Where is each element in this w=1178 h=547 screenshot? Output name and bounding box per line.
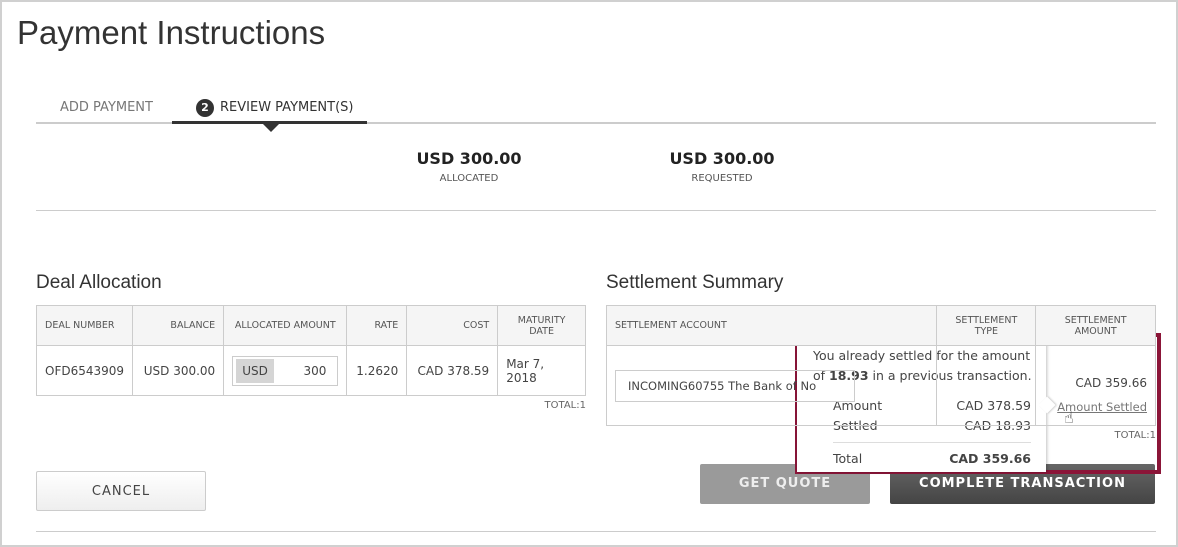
deal-table: DEAL NUMBER BALANCE ALLOCATED AMOUNT RAT… [35,305,586,396]
settlement-amount: CAD 359.66 [1075,376,1147,390]
allocated-value: USD 300.00 [416,149,522,168]
balance: USD 300.00 [132,345,225,396]
col-settlement-account: SETTLEMENT ACCOUNT [605,305,938,346]
amount-value[interactable]: 300 [274,364,335,378]
table-row: OFD6543909 USD 300.00 USD 300 1.2620 CAD… [35,345,586,396]
col-settlement-type: SETTLEMENT TYPE [936,305,1037,346]
allocated-amount-cell: USD 300 [223,345,348,396]
cost: CAD 378.59 [406,345,499,396]
col-cost: COST [406,305,499,346]
settlement-amount-cell: CAD 359.66 Amount Settled [1035,345,1156,426]
label: Total [833,451,863,466]
settlement-account-select[interactable]: INCOMING60755 The Bank of No [615,369,855,402]
col-settlement-amount: SETTLEMENT AMOUNT [1035,305,1156,346]
table-header: SETTLEMENT ACCOUNT SETTLEMENT TYPE SETTL… [605,305,1156,346]
divider [36,210,1156,211]
allocated-label: ALLOCATED [439,173,499,184]
settlement-type-cell [936,345,1037,426]
settlement-summary-title: Settlement Summary [606,272,784,293]
settlement-total: TOTAL:1 [1114,430,1156,441]
deal-allocation-title: Deal Allocation [36,272,162,293]
table-header: DEAL NUMBER BALANCE ALLOCATED AMOUNT RAT… [35,305,586,346]
tooltip-row-total: Total CAD 359.66 [833,443,1031,469]
col-balance: BALANCE [132,305,225,346]
allocated-amount-input[interactable]: USD 300 [232,355,339,386]
active-tab-arrow-icon [263,124,279,132]
col-maturity: MATURITY DATE [497,305,586,346]
currency-addon: USD [236,358,274,383]
tab-label: REVIEW PAYMENT(S) [220,100,354,115]
tab-review-payments[interactable]: 2 REVIEW PAYMENT(S) [196,99,354,117]
settlement-table: SETTLEMENT ACCOUNT SETTLEMENT TYPE SETTL… [605,305,1156,426]
maturity-date: Mar 7, 2018 [497,345,586,396]
settlement-account-cell: INCOMING60755 The Bank of No [605,345,938,426]
deal-number: OFD6543909 [35,345,134,396]
cancel-button[interactable]: CANCEL [36,471,206,511]
col-rate: RATE [346,305,408,346]
col-allocated-amount: ALLOCATED AMOUNT [223,305,348,346]
requested-label: REQUESTED [691,173,753,184]
value: CAD 359.66 [949,451,1031,466]
rate: 1.2620 [346,345,408,396]
table-row: INCOMING60755 The Bank of No CAD 359.66 … [605,345,1156,426]
tab-add-payment[interactable]: ADD PAYMENT [60,100,153,115]
bottom-divider [36,531,1156,532]
requested-value: USD 300.00 [669,149,775,168]
step-badge: 2 [196,99,214,117]
deal-total: TOTAL:1 [544,400,586,411]
col-deal-number: DEAL NUMBER [35,305,134,346]
page-title: Payment Instructions [17,14,326,51]
amount-settled-link[interactable]: Amount Settled [1044,400,1147,414]
